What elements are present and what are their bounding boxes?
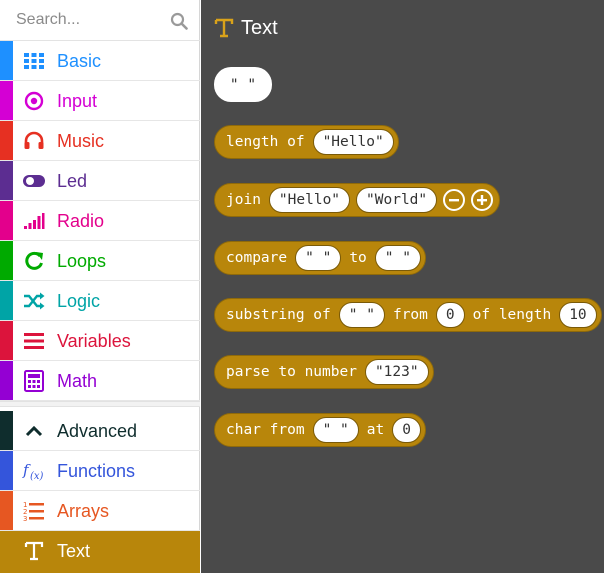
block-keyword: compare (226, 250, 288, 266)
length-of-block[interactable]: length of "Hello" (214, 125, 399, 159)
parse-to-number-block[interactable]: parse to number "123" (214, 355, 434, 389)
compare-block[interactable]: compare " " to " " (214, 241, 426, 275)
category-advanced[interactable]: Advanced (0, 411, 200, 451)
block-keyword: char from (226, 422, 305, 438)
add-input-icon[interactable] (471, 189, 494, 211)
toolbox-sidebar: Basic Input Music (0, 0, 200, 573)
category-logic[interactable]: Logic (0, 281, 200, 321)
category-arrays[interactable]: 1 2 3 Arrays (0, 491, 200, 531)
category-label: Functions (57, 461, 136, 481)
blocks-flyout: Text " " length of "Hello" join "Hello" … (201, 0, 604, 573)
category-label: Advanced (57, 421, 138, 441)
category-music[interactable]: Music (0, 121, 200, 161)
block-keyword: substring of (226, 307, 331, 323)
category-color-bar (0, 161, 13, 200)
category-label: Logic (57, 291, 101, 311)
category-color-bar (0, 241, 13, 280)
category-led[interactable]: Led (0, 161, 200, 201)
svg-text:3: 3 (23, 515, 27, 522)
category-text[interactable]: Text (0, 531, 200, 573)
category-color-bar (0, 201, 13, 240)
category-color-bar (0, 41, 13, 80)
string-input-slot[interactable]: " " (338, 302, 385, 328)
category-label: Input (57, 91, 98, 111)
category-color-bar (0, 121, 13, 160)
target-icon (22, 90, 46, 112)
category-label: Arrays (57, 501, 110, 521)
category-variables[interactable]: Variables (0, 321, 200, 361)
list-lines-icon (22, 330, 46, 352)
flyout-title-label: Text (241, 16, 278, 39)
category-color-bar (0, 491, 13, 530)
remove-input-icon[interactable] (443, 189, 466, 211)
char-from-block[interactable]: char from " " at 0 (214, 413, 426, 447)
svg-text:(x): (x) (30, 471, 44, 482)
substring-block[interactable]: substring of " " from 0 of length 10 (214, 298, 602, 332)
headphones-icon (22, 130, 46, 152)
number-input-slot[interactable]: 0 (392, 417, 421, 443)
category-color-bar (0, 411, 13, 450)
category-label: Radio (57, 211, 105, 231)
category-label: Text (57, 541, 91, 561)
block-keyword: parse to number (226, 364, 357, 380)
function-icon: f (x) (22, 460, 46, 482)
search-input[interactable] (8, 5, 168, 35)
flyout-title: Text (213, 14, 278, 42)
text-icon (22, 540, 46, 562)
category-radio[interactable]: Radio (0, 201, 200, 241)
refresh-icon (22, 250, 46, 272)
number-input-slot[interactable]: 0 (435, 302, 465, 328)
string-input-slot[interactable]: "123" (364, 359, 429, 385)
category-input[interactable]: Input (0, 81, 200, 121)
category-color-bar (0, 361, 13, 400)
block-keyword: of length (472, 307, 552, 323)
string-input-slot[interactable]: "World" (356, 187, 438, 213)
category-color-bar (0, 81, 13, 120)
category-color-bar (0, 321, 13, 360)
toggle-icon (22, 170, 46, 192)
category-label: Variables (57, 331, 131, 351)
block-keyword: to (349, 250, 367, 266)
search-box (0, 0, 200, 41)
category-label: Music (57, 131, 105, 151)
category-loops[interactable]: Loops (0, 241, 200, 281)
category-label: Led (57, 171, 88, 191)
calculator-icon (22, 370, 46, 392)
category-label: Math (57, 371, 98, 391)
string-input-slot[interactable]: " " (295, 245, 342, 271)
shuffle-icon (22, 290, 46, 312)
signal-bars-icon (22, 210, 46, 232)
join-block[interactable]: join "Hello" "World" (214, 183, 501, 217)
string-input-slot[interactable]: "Hello" (312, 129, 394, 155)
category-color-bar (0, 451, 13, 490)
category-label: Loops (57, 251, 107, 271)
grid-icon (22, 50, 46, 72)
block-keyword: length of (226, 134, 305, 150)
string-input-slot[interactable]: " " (374, 245, 421, 271)
number-input-slot[interactable]: 10 (559, 302, 597, 328)
numbered-list-icon: 1 2 3 (22, 500, 46, 522)
string-literal-block[interactable]: " " (214, 67, 272, 102)
category-functions[interactable]: f (x) Functions (0, 451, 200, 491)
string-input-slot[interactable]: " " (312, 417, 359, 443)
category-color-bar (0, 281, 13, 320)
block-keyword: from (392, 307, 428, 323)
category-math[interactable]: Math (0, 361, 200, 401)
block-keyword: at (366, 422, 385, 438)
search-icon[interactable] (170, 12, 188, 30)
text-icon (214, 18, 234, 38)
category-label: Basic (57, 51, 102, 71)
string-input-slot[interactable]: "Hello" (268, 187, 351, 213)
category-basic[interactable]: Basic (0, 41, 200, 81)
block-keyword: join (226, 192, 261, 208)
toolbox-separator (0, 401, 200, 407)
chevron-up-icon (22, 420, 46, 442)
